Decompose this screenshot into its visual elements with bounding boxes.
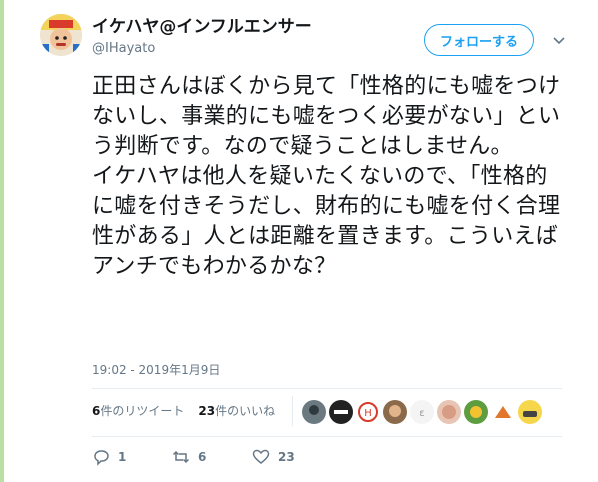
liker-avatar[interactable] bbox=[464, 400, 488, 424]
tweet-actions: 1 6 23 bbox=[92, 448, 295, 466]
reply-button[interactable]: 1 bbox=[92, 448, 172, 466]
stats-separator bbox=[292, 396, 293, 426]
liker-avatars: H ε bbox=[302, 400, 542, 424]
liker-avatar[interactable]: ε bbox=[410, 400, 434, 424]
retweets-label: 件のリツイート bbox=[100, 404, 185, 418]
liker-avatar[interactable] bbox=[302, 400, 326, 424]
svg-text:H: H bbox=[364, 408, 372, 419]
liker-avatar[interactable] bbox=[383, 400, 407, 424]
caret-down-icon[interactable] bbox=[552, 32, 566, 46]
retweet-button[interactable]: 6 bbox=[172, 448, 252, 466]
likes-count: 23 bbox=[198, 404, 216, 418]
likes-stat[interactable]: 23件のいいね bbox=[198, 402, 275, 419]
likes-label: 件のいいね bbox=[215, 404, 276, 418]
liker-avatar[interactable]: H bbox=[356, 400, 380, 424]
like-count: 23 bbox=[278, 450, 295, 464]
retweets-stat[interactable]: 6件のリツイート bbox=[92, 402, 184, 419]
author-handle[interactable]: @IHayato bbox=[92, 40, 155, 58]
avatar[interactable] bbox=[40, 14, 82, 56]
svg-text:ε: ε bbox=[419, 408, 424, 419]
like-button[interactable]: 23 bbox=[252, 448, 295, 466]
author-name[interactable]: イケハヤ@インフルエンサー bbox=[92, 16, 312, 38]
divider bbox=[92, 436, 562, 437]
liker-avatar[interactable] bbox=[518, 400, 542, 424]
retweet-icon bbox=[172, 450, 190, 464]
heart-icon bbox=[252, 449, 270, 464]
liker-avatar[interactable] bbox=[437, 400, 461, 424]
liker-avatar[interactable] bbox=[329, 400, 353, 424]
retweet-count: 6 bbox=[198, 450, 207, 464]
divider bbox=[92, 388, 562, 389]
follow-button[interactable]: フォローする bbox=[424, 24, 534, 56]
timestamp[interactable]: 19:02 - 2019年1月9日 bbox=[92, 361, 220, 378]
conversation-thread-bar bbox=[0, 0, 4, 482]
tweet-stats: 6件のリツイート 23件のいいね bbox=[92, 402, 275, 419]
reply-count: 1 bbox=[118, 450, 127, 464]
tweet-text: 正田さんはぼくから見て「性格的にも嘘をつけないし、事業的にも嘘をつく必要がない」… bbox=[92, 74, 561, 279]
liker-avatar[interactable] bbox=[491, 400, 515, 424]
reply-icon bbox=[94, 450, 109, 466]
